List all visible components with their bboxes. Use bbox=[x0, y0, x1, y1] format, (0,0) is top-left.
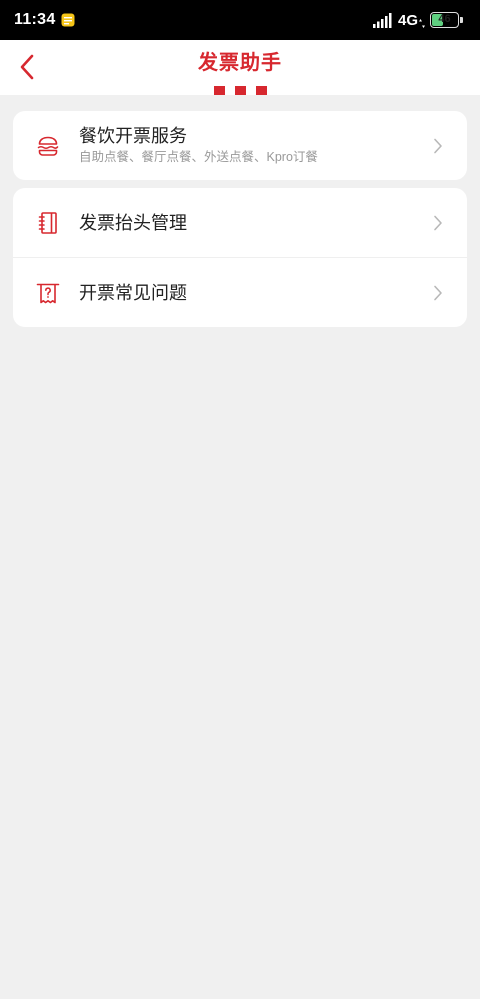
data-arrows-icon bbox=[419, 19, 425, 28]
receipt-question-icon bbox=[36, 283, 60, 304]
menu-item-label: 发票抬头管理 bbox=[79, 213, 187, 233]
chevron-right-icon bbox=[434, 138, 442, 154]
header: 发票助手 bbox=[0, 40, 480, 95]
logo-stripe bbox=[235, 86, 246, 95]
logo-stripe bbox=[256, 86, 267, 95]
menu-item-label: 开票常见问题 bbox=[79, 283, 187, 303]
battery-nub bbox=[460, 17, 463, 23]
network-type: 4G bbox=[398, 12, 419, 29]
status-bar: 11:34 4G 46 bbox=[0, 0, 480, 40]
note-app-icon bbox=[61, 13, 75, 27]
battery-level: 46 bbox=[438, 13, 451, 25]
status-time: 11:34 bbox=[14, 11, 56, 28]
invoice-title-management-item[interactable]: 发票抬头管理 bbox=[13, 188, 467, 257]
chevron-right-icon bbox=[434, 215, 442, 231]
catering-invoice-service-item[interactable]: 餐饮开票服务 自助点餐、餐厅点餐、外送点餐、Kpro订餐 bbox=[13, 111, 467, 180]
logo-stripe bbox=[214, 86, 225, 95]
service-title: 餐饮开票服务 bbox=[79, 126, 187, 146]
service-subtitle: 自助点餐、餐厅点餐、外送点餐、Kpro订餐 bbox=[79, 150, 318, 164]
notebook-icon bbox=[38, 212, 57, 234]
page-title: 发票助手 bbox=[198, 52, 282, 74]
invoice-faq-item[interactable]: 开票常见问题 bbox=[13, 257, 467, 327]
service-card: 餐饮开票服务 自助点餐、餐厅点餐、外送点餐、Kpro订餐 bbox=[13, 111, 467, 180]
cellular-signal-icon bbox=[373, 13, 392, 28]
kfc-stripes-icon bbox=[214, 86, 267, 95]
burger-icon bbox=[37, 136, 59, 156]
battery-icon: 46 bbox=[430, 12, 459, 28]
chevron-right-icon bbox=[434, 285, 442, 301]
menu-card: 发票抬头管理 开票常见问题 bbox=[13, 188, 467, 327]
